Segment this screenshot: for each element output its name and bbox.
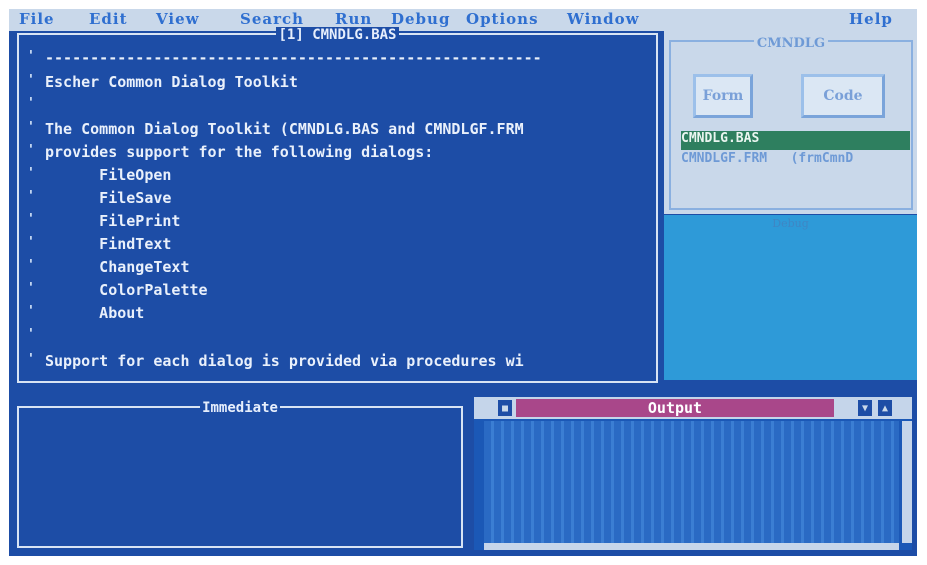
project-frame: CMNDLG Form Code CMNDLG.BAS CMNDLGF.FRM … <box>669 36 913 210</box>
menu-help[interactable]: Help <box>849 10 893 28</box>
control-menu-icon[interactable]: ■ <box>498 400 512 416</box>
comment-marker: ' <box>27 189 35 204</box>
code-line: FileSave <box>45 189 172 207</box>
comment-marker: ' <box>27 304 35 319</box>
comment-marker: ' <box>27 212 35 227</box>
form-button[interactable]: Form <box>693 74 753 118</box>
comment-marker: ' <box>27 281 35 296</box>
code-line: Support for each dialog is provided via … <box>45 352 524 370</box>
code-line: provides support for the following dialo… <box>45 143 434 161</box>
code-line: FileOpen <box>45 166 172 184</box>
code-line: ColorPalette <box>45 281 208 299</box>
immediate-window[interactable]: Immediate <box>17 400 463 548</box>
comment-marker: ' <box>27 143 35 158</box>
output-title-bar: ■ Output ▼ ▲ <box>474 397 912 419</box>
comment-marker: ' <box>27 327 35 342</box>
debug-window[interactable]: Debug <box>664 215 917 380</box>
comment-marker: ' <box>27 73 35 88</box>
code-line: ----------------------------------------… <box>45 49 542 67</box>
code-line: FindText <box>45 235 172 253</box>
vertical-scrollbar[interactable] <box>902 421 912 543</box>
comment-marker: ' <box>27 49 35 64</box>
comment-marker: ' <box>27 120 35 135</box>
code-line: The Common Dialog Toolkit (CMNDLG.BAS an… <box>45 120 524 138</box>
debug-title: Debug <box>772 217 809 230</box>
code-editor-window[interactable]: [1] CMNDLG.BAS ' -----------------------… <box>17 27 658 383</box>
horizontal-scrollbar[interactable] <box>484 543 899 550</box>
screen: File Edit View Search Run Debug Options … <box>9 9 917 556</box>
comment-marker: ' <box>27 235 35 250</box>
comment-marker: ' <box>27 352 35 367</box>
output-title: Output <box>516 399 834 417</box>
comment-marker: ' <box>27 96 35 111</box>
code-button[interactable]: Code <box>801 74 885 118</box>
project-file-item[interactable]: CMNDLGF.FRM (frmCmnD <box>681 151 910 170</box>
code-line: ChangeText <box>45 258 190 276</box>
immediate-title: Immediate <box>200 400 280 416</box>
output-window[interactable]: ■ Output ▼ ▲ <box>474 397 912 550</box>
output-area <box>484 421 899 543</box>
comment-marker: ' <box>27 166 35 181</box>
maximize-icon[interactable]: ▲ <box>878 400 892 416</box>
minimize-icon[interactable]: ▼ <box>858 400 872 416</box>
project-title: CMNDLG <box>753 36 829 51</box>
editor-title: [1] CMNDLG.BAS <box>276 27 399 43</box>
code-line: Escher Common Dialog Toolkit <box>45 73 298 91</box>
comment-marker: ' <box>27 258 35 273</box>
project-file-item[interactable]: CMNDLG.BAS <box>681 131 910 150</box>
code-line: About <box>45 304 145 322</box>
project-window: CMNDLG Form Code CMNDLG.BAS CMNDLGF.FRM … <box>664 31 917 214</box>
code-line: FilePrint <box>45 212 181 230</box>
